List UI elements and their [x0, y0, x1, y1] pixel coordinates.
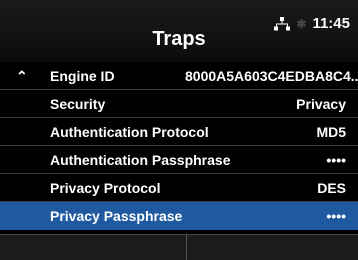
- list-item-authentication-passphrase[interactable]: Authentication Passphrase ••••: [0, 146, 358, 174]
- item-value: Privacy: [296, 96, 346, 112]
- chevron-up-icon: ⌃: [16, 68, 28, 84]
- item-label: Privacy Passphrase: [50, 208, 183, 224]
- item-value: ••••: [326, 152, 346, 168]
- softkey-left[interactable]: [0, 235, 186, 260]
- gps-icon: ✱: [296, 16, 307, 31]
- list-item-security[interactable]: Security Privacy: [0, 90, 358, 118]
- softkey-right[interactable]: [187, 235, 358, 260]
- item-label: Authentication Protocol: [50, 124, 209, 140]
- network-icon: [274, 16, 291, 31]
- list-item-privacy-protocol[interactable]: Privacy Protocol DES: [0, 174, 358, 202]
- status-area: ✱ 11:45: [274, 15, 350, 32]
- item-value: DES: [317, 180, 346, 196]
- softkey-bar: [0, 234, 358, 260]
- device-screen: Traps ✱ 11:45 ⌃ Engine ID 8000A5A603C4ED…: [0, 0, 358, 260]
- list-item-privacy-passphrase[interactable]: Privacy Passphrase ••••: [0, 202, 358, 230]
- clock: 11:45: [312, 15, 350, 32]
- parent-item-value: 8000A5A603C4EDBA8C4...: [185, 68, 358, 84]
- header-bar: Traps ✱ 11:45: [0, 0, 358, 62]
- list-item-authentication-protocol[interactable]: Authentication Protocol MD5: [0, 118, 358, 146]
- item-label: Security: [50, 96, 106, 112]
- item-value: MD5: [316, 124, 346, 140]
- item-label: Authentication Passphrase: [50, 152, 231, 168]
- parent-item-engine-id[interactable]: ⌃ Engine ID 8000A5A603C4EDBA8C4...: [0, 62, 358, 90]
- item-value: ••••: [326, 208, 346, 224]
- item-label: Privacy Protocol: [50, 180, 161, 196]
